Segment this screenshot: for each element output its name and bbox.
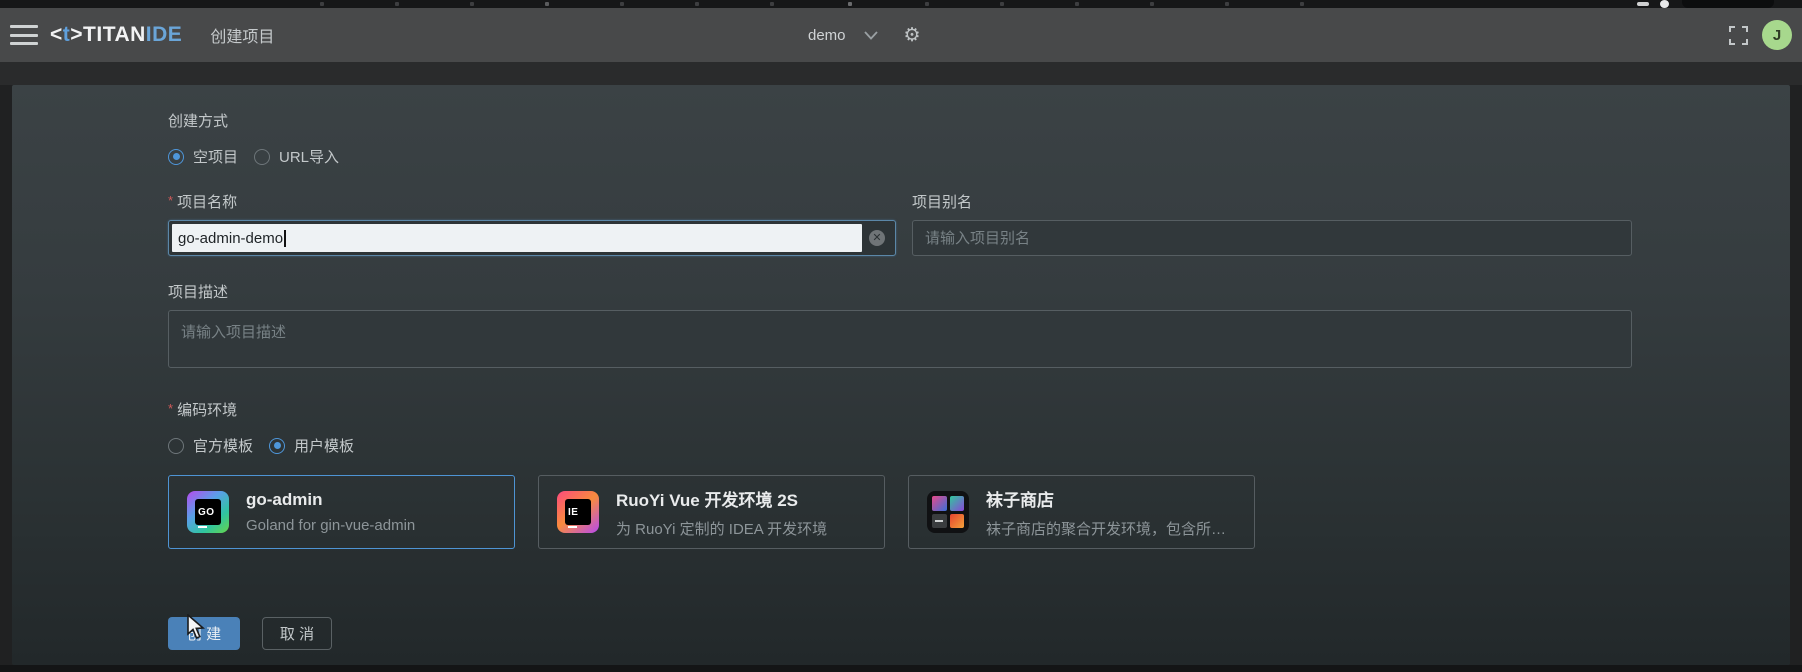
multi-tool-icon: [927, 491, 969, 533]
browser-bookmarks-strip: [0, 0, 1802, 8]
template-card-go-admin[interactable]: GO go-admin Goland for gin-vue-admin: [168, 475, 515, 549]
workspace-name[interactable]: demo: [808, 27, 846, 44]
header-gap: [0, 62, 1802, 85]
template-subtitle: 袜子商店的聚合开发环境，包含所有...: [986, 520, 1236, 538]
project-name-value: go-admin-demo: [178, 229, 284, 247]
template-cards-row: GO go-admin Goland for gin-vue-admin IE …: [168, 475, 1632, 549]
project-description-textarea[interactable]: [168, 310, 1632, 368]
browser-pill-fragment: [1682, 0, 1774, 8]
project-alias-input[interactable]: [912, 220, 1632, 256]
chevron-down-icon[interactable]: [863, 30, 878, 40]
radio-circle-icon: [168, 437, 184, 454]
browser-toolbar-fragment: [1637, 2, 1649, 6]
create-project-panel: 创建方式 空项目 URL导入 项目名称 go-admin-demo ✕: [12, 85, 1790, 665]
template-title: go-admin: [246, 490, 323, 509]
radio-empty-project[interactable]: 空项目: [168, 146, 238, 167]
app-logo: <t>TITANIDE: [50, 23, 183, 46]
template-title: 袜子商店: [986, 490, 1054, 510]
template-subtitle: 为 RuoYi 定制的 IDEA 开发环境: [616, 520, 828, 538]
settings-gear-icon[interactable]: ⚙: [904, 26, 921, 45]
fullscreen-icon[interactable]: [1729, 25, 1748, 45]
app-header: <t>TITANIDE 创建项目 demo ⚙ J: [0, 8, 1802, 62]
coding-env-radio-group: 官方模板 用户模板: [168, 435, 1632, 456]
project-name-input[interactable]: go-admin-demo ✕: [168, 220, 896, 256]
project-name-label: 项目名称: [168, 191, 896, 212]
goland-icon: GO: [187, 491, 229, 533]
radio-circle-icon: [168, 148, 184, 165]
workspace-selector[interactable]: demo ⚙: [808, 8, 921, 62]
project-alias-label: 项目别名: [912, 194, 973, 211]
template-subtitle: Goland for gin-vue-admin: [246, 517, 416, 534]
creation-method-radio-group: 空项目 URL导入: [168, 146, 1632, 167]
project-description-label: 项目描述: [168, 284, 229, 301]
hamburger-menu-button[interactable]: [10, 25, 38, 45]
radio-user-template[interactable]: 用户模板: [269, 435, 354, 456]
radio-circle-icon: [254, 148, 271, 165]
template-card-ruoyi[interactable]: IE RuoYi Vue 开发环境 2S 为 RuoYi 定制的 IDEA 开发…: [538, 475, 885, 549]
create-button[interactable]: 创 建: [168, 617, 240, 650]
radio-circle-icon: [269, 437, 286, 454]
creation-method-label: 创建方式: [168, 113, 229, 130]
user-avatar[interactable]: J: [1762, 20, 1792, 50]
radio-url-import[interactable]: URL导入: [254, 146, 339, 167]
radio-official-template[interactable]: 官方模板: [168, 435, 253, 456]
template-card-socks-shop[interactable]: 袜子商店 袜子商店的聚合开发环境，包含所有...: [908, 475, 1255, 549]
cancel-button[interactable]: 取 消: [262, 617, 332, 650]
bottom-edge: [0, 665, 1802, 672]
idea-icon: IE: [557, 491, 599, 533]
browser-avatar-fragment: [1660, 0, 1669, 8]
template-title: RuoYi Vue 开发环境 2S: [616, 490, 798, 510]
page-title: 创建项目: [210, 29, 275, 46]
text-caret: [284, 229, 286, 247]
coding-env-label: 编码环境: [168, 399, 1632, 420]
clear-input-icon[interactable]: ✕: [869, 230, 885, 246]
